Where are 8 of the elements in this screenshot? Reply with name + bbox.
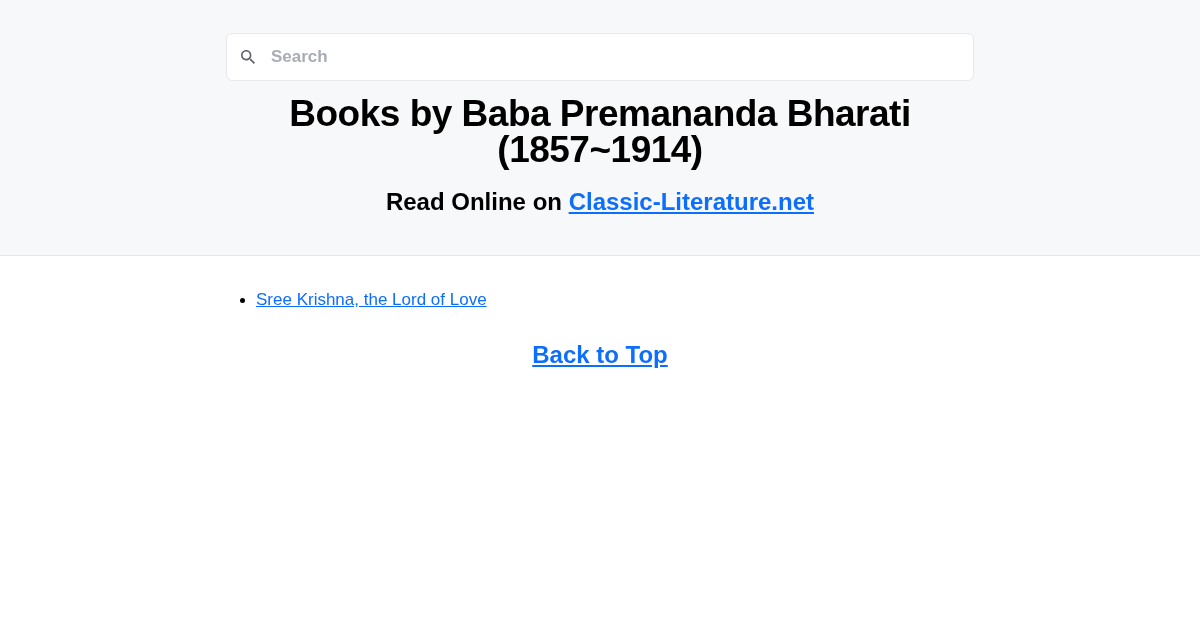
search-field[interactable]: Search xyxy=(226,33,974,81)
book-link[interactable]: Sree Krishna, the Lord of Love xyxy=(256,288,487,312)
search-icon xyxy=(241,50,255,64)
bullet-icon xyxy=(240,297,245,303)
back-to-top-link[interactable]: Back to Top xyxy=(532,339,668,371)
page-title: Books by Baba Premananda Bharati (1857~1914) xyxy=(288,96,912,168)
subtitle: Read Online on Classic-Literature.net xyxy=(384,187,816,217)
site-link[interactable]: Classic-Literature.net xyxy=(568,188,815,215)
